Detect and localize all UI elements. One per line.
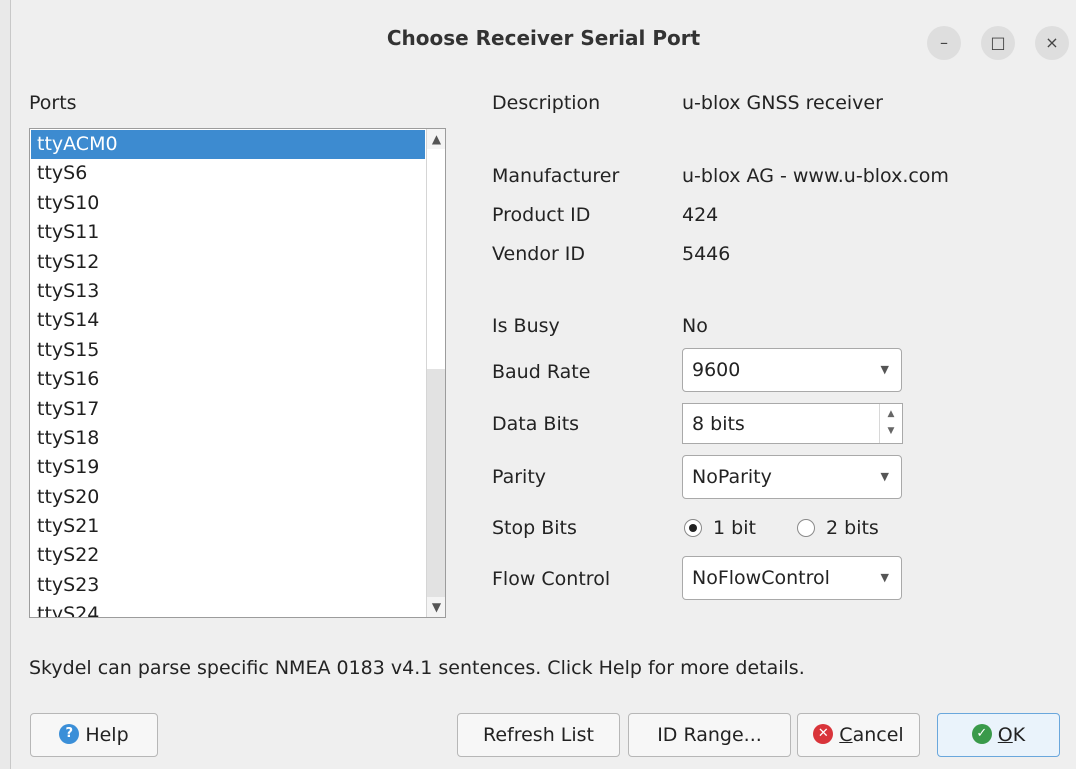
flow-control-select[interactable]: NoFlowControl ▼ [682,556,902,600]
port-list-item[interactable]: ttyS11 [31,218,425,247]
window-title: Choose Receiver Serial Port [386,26,701,50]
port-list-item[interactable]: ttyS22 [31,541,425,570]
data-bits-spinbox[interactable]: 8 bits ▲ ▼ [682,403,903,444]
port-list-item[interactable]: ttyS16 [31,365,425,394]
ok-mnemonic: O [997,724,1013,746]
close-icon: × [1045,33,1059,52]
ok-label: K [1012,724,1026,746]
cancel-label: ancel [852,724,904,746]
baud-rate-value: 9600 [692,359,741,381]
ok-button[interactable]: ✓ OK [937,713,1060,757]
port-list-item[interactable]: ttyS13 [31,277,425,306]
refresh-list-button[interactable]: Refresh List [457,713,620,757]
is-busy-label: Is Busy [492,315,560,337]
description-value: u-blox GNSS receiver [682,92,883,114]
port-list-item[interactable]: ttyS20 [31,483,425,512]
step-down-icon[interactable]: ▼ [880,426,902,436]
info-text: Skydel can parse specific NMEA 0183 v4.1… [29,657,805,679]
port-list-item[interactable]: ttyS15 [31,336,425,365]
vendor-id-label: Vendor ID [492,243,586,265]
cancel-mnemonic: C [839,724,853,746]
port-list-item[interactable]: ttyS17 [31,395,425,424]
product-id-value: 424 [682,204,719,226]
help-button-label: Help [85,724,129,746]
stop-bits-1-label[interactable]: 1 bit [713,517,756,539]
port-list-item[interactable]: ttyS21 [31,512,425,541]
data-bits-label: Data Bits [492,413,580,435]
ports-list[interactable]: ttyACM0 ttyS6 ttyS10 ttyS11 ttyS12 ttyS13 ttyS… [29,128,446,618]
flow-control-value: NoFlowControl [692,567,830,589]
close-button[interactable]: × [1035,26,1069,60]
manufacturer-value: u-blox AG - www.u-blox.com [682,165,949,187]
maximize-icon: □ [990,33,1006,52]
maximize-button[interactable]: □ [981,26,1015,60]
cancel-button[interactable]: ✕ Cancel [797,713,920,757]
help-button[interactable]: ? Help [30,713,158,757]
parity-select[interactable]: NoParity ▼ [682,455,902,499]
stop-bits-label: Stop Bits [492,517,577,539]
ports-list-items: ttyACM0 ttyS6 ttyS10 ttyS11 ttyS12 ttyS13 ttyS… [31,130,425,617]
scroll-up-icon[interactable]: ▲ [427,132,445,146]
title-bar: Choose Receiver Serial Port – □ × [11,0,1076,80]
ok-check-icon: ✓ [971,723,992,744]
product-id-label: Product ID [492,204,591,226]
port-list-item[interactable]: ttyS19 [31,453,425,482]
data-bits-stepper[interactable]: ▲ ▼ [879,404,902,443]
ports-label: Ports [29,92,77,114]
dialog-window: Choose Receiver Serial Port – □ × Ports … [10,0,1076,769]
flow-control-label: Flow Control [492,568,611,590]
step-up-icon[interactable]: ▲ [880,409,902,419]
port-list-item[interactable]: ttyS24 [31,600,425,617]
minimize-button[interactable]: – [927,26,961,60]
chevron-down-icon: ▼ [880,571,889,584]
port-list-item[interactable]: ttyS23 [31,571,425,600]
stop-bits-2-label[interactable]: 2 bits [826,517,879,539]
radio-selected-dot [689,524,697,532]
port-list-item[interactable]: ttyACM0 [31,130,425,160]
scroll-down-icon[interactable]: ▼ [427,600,445,614]
port-list-item[interactable]: ttyS12 [31,248,425,277]
cancel-icon: ✕ [813,723,834,744]
port-list-item[interactable]: ttyS18 [31,424,425,453]
help-icon: ? [59,723,80,744]
manufacturer-label: Manufacturer [492,165,620,187]
is-busy-value: No [682,315,708,337]
stop-bits-1-radio[interactable] [684,519,702,537]
port-list-item[interactable]: ttyS14 [31,306,425,335]
parity-label: Parity [492,466,547,488]
parity-value: NoParity [692,466,772,488]
id-range-button[interactable]: ID Range... [628,713,791,757]
stop-bits-2-radio[interactable] [797,519,815,537]
description-label: Description [492,92,601,114]
vendor-id-value: 5446 [682,243,731,265]
port-list-item[interactable]: ttyS6 [31,159,425,188]
chevron-down-icon: ▼ [880,363,889,376]
minimize-icon: – [940,33,948,52]
scroll-thumb[interactable] [427,149,445,370]
chevron-down-icon: ▼ [880,470,889,483]
refresh-list-label: Refresh List [482,724,594,746]
baud-rate-label: Baud Rate [492,361,591,383]
baud-rate-select[interactable]: 9600 ▼ [682,348,902,392]
data-bits-value: 8 bits [692,413,745,435]
ports-scrollbar[interactable]: ▲ ▼ [426,129,445,617]
scroll-track[interactable] [427,369,445,597]
id-range-label: ID Range... [657,724,762,746]
port-list-item[interactable]: ttyS10 [31,189,425,218]
